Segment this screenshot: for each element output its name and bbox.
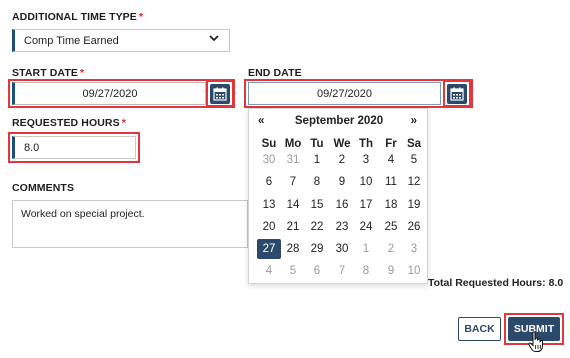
time-type-label: ADDITIONAL TIME TYPE * <box>12 11 144 23</box>
date-picker-popup: « September 2020 » Su Mo Tu We Th Fr Sa 30 31 1 2… <box>248 108 428 284</box>
end-date-input[interactable]: 09/27/2020 <box>248 82 441 105</box>
calendar-day[interactable]: 4 <box>379 150 403 170</box>
calendar-day[interactable]: 9 <box>330 172 354 192</box>
weekday-header: Su <box>261 138 277 150</box>
calendar-day[interactable]: 9 <box>379 261 403 281</box>
comments-textarea[interactable]: Worked on special project. <box>12 200 248 248</box>
calendar-day[interactable]: 13 <box>257 195 281 215</box>
total-requested-hours: Total Requested Hours: 8.0 <box>428 277 564 289</box>
calendar-day[interactable]: 19 <box>402 195 426 215</box>
start-date-picker-button[interactable] <box>210 84 230 104</box>
calendar-day[interactable]: 8 <box>305 172 329 192</box>
calendar-day[interactable]: 11 <box>379 172 403 192</box>
requested-hours-label: REQUESTED HOURS * <box>12 117 126 129</box>
next-month-button[interactable]: » <box>411 115 417 127</box>
calendar-day[interactable]: 3 <box>354 150 378 170</box>
calendar-day[interactable]: 5 <box>402 150 426 170</box>
calendar-day[interactable]: 2 <box>330 150 354 170</box>
calendar-day[interactable]: 1 <box>354 239 378 259</box>
calendar-day[interactable]: 8 <box>354 261 378 281</box>
required-mark: * <box>138 11 144 23</box>
calendar-day[interactable]: 20 <box>257 217 281 237</box>
required-mark: * <box>79 67 85 79</box>
calendar-day[interactable]: 31 <box>281 150 305 170</box>
calendar-day[interactable]: 5 <box>281 261 305 281</box>
weekday-header: Fr <box>385 138 397 150</box>
required-mark: * <box>121 117 126 129</box>
calendar-day[interactable]: 14 <box>281 195 305 215</box>
calendar-header: « September 2020 » <box>249 113 429 131</box>
calendar-day[interactable]: 23 <box>330 217 354 237</box>
calendar-day[interactable]: 7 <box>330 261 354 281</box>
calendar-day[interactable]: 22 <box>305 217 329 237</box>
weekday-header: Sa <box>406 138 422 150</box>
time-type-select[interactable]: Comp Time Earned <box>12 29 230 52</box>
calendar-day[interactable]: 16 <box>330 195 354 215</box>
calendar-day[interactable]: 25 <box>379 217 403 237</box>
comments-label: COMMENTS <box>12 182 75 194</box>
hand-pointer-icon <box>528 331 543 352</box>
calendar-day[interactable]: 24 <box>354 217 378 237</box>
calendar-day[interactable]: 12 <box>402 172 426 192</box>
calendar-day[interactable]: 27 <box>257 239 281 259</box>
time-type-value: Comp Time Earned <box>24 35 119 47</box>
start-date-input[interactable]: 09/27/2020 <box>12 82 206 105</box>
calendar-day[interactable]: 10 <box>354 172 378 192</box>
calendar-day[interactable]: 6 <box>257 172 281 192</box>
calendar-icon <box>213 87 227 101</box>
weekday-header: Mo <box>284 138 302 150</box>
back-button[interactable]: BACK <box>458 317 501 341</box>
calendar-day[interactable]: 4 <box>257 261 281 281</box>
calendar-day[interactable]: 21 <box>281 217 305 237</box>
weekday-header: Tu <box>310 138 324 150</box>
calendar-day[interactable]: 18 <box>379 195 403 215</box>
start-date-label: START DATE * <box>12 67 85 79</box>
calendar-month-title[interactable]: September 2020 <box>249 115 429 127</box>
end-date-picker-button[interactable] <box>447 84 467 104</box>
calendar-day[interactable]: 6 <box>305 261 329 281</box>
calendar-day[interactable]: 7 <box>281 172 305 192</box>
calendar-day[interactable]: 30 <box>257 150 281 170</box>
calendar-day[interactable]: 17 <box>354 195 378 215</box>
calendar-day[interactable]: 28 <box>281 239 305 259</box>
weekday-header: We <box>333 138 351 150</box>
calendar-day[interactable]: 3 <box>402 239 426 259</box>
calendar-day[interactable]: 30 <box>330 239 354 259</box>
calendar-day[interactable]: 29 <box>305 239 329 259</box>
end-date-label: END DATE <box>248 67 302 79</box>
calendar-icon <box>450 87 464 101</box>
calendar-day[interactable]: 15 <box>305 195 329 215</box>
calendar-day[interactable]: 26 <box>402 217 426 237</box>
requested-hours-input[interactable]: 8.0 <box>12 136 136 159</box>
calendar-day[interactable]: 1 <box>305 150 329 170</box>
calendar-day[interactable]: 10 <box>402 261 426 281</box>
weekday-header: Th <box>358 138 374 150</box>
chevron-down-icon <box>209 33 219 46</box>
calendar-day[interactable]: 2 <box>379 239 403 259</box>
